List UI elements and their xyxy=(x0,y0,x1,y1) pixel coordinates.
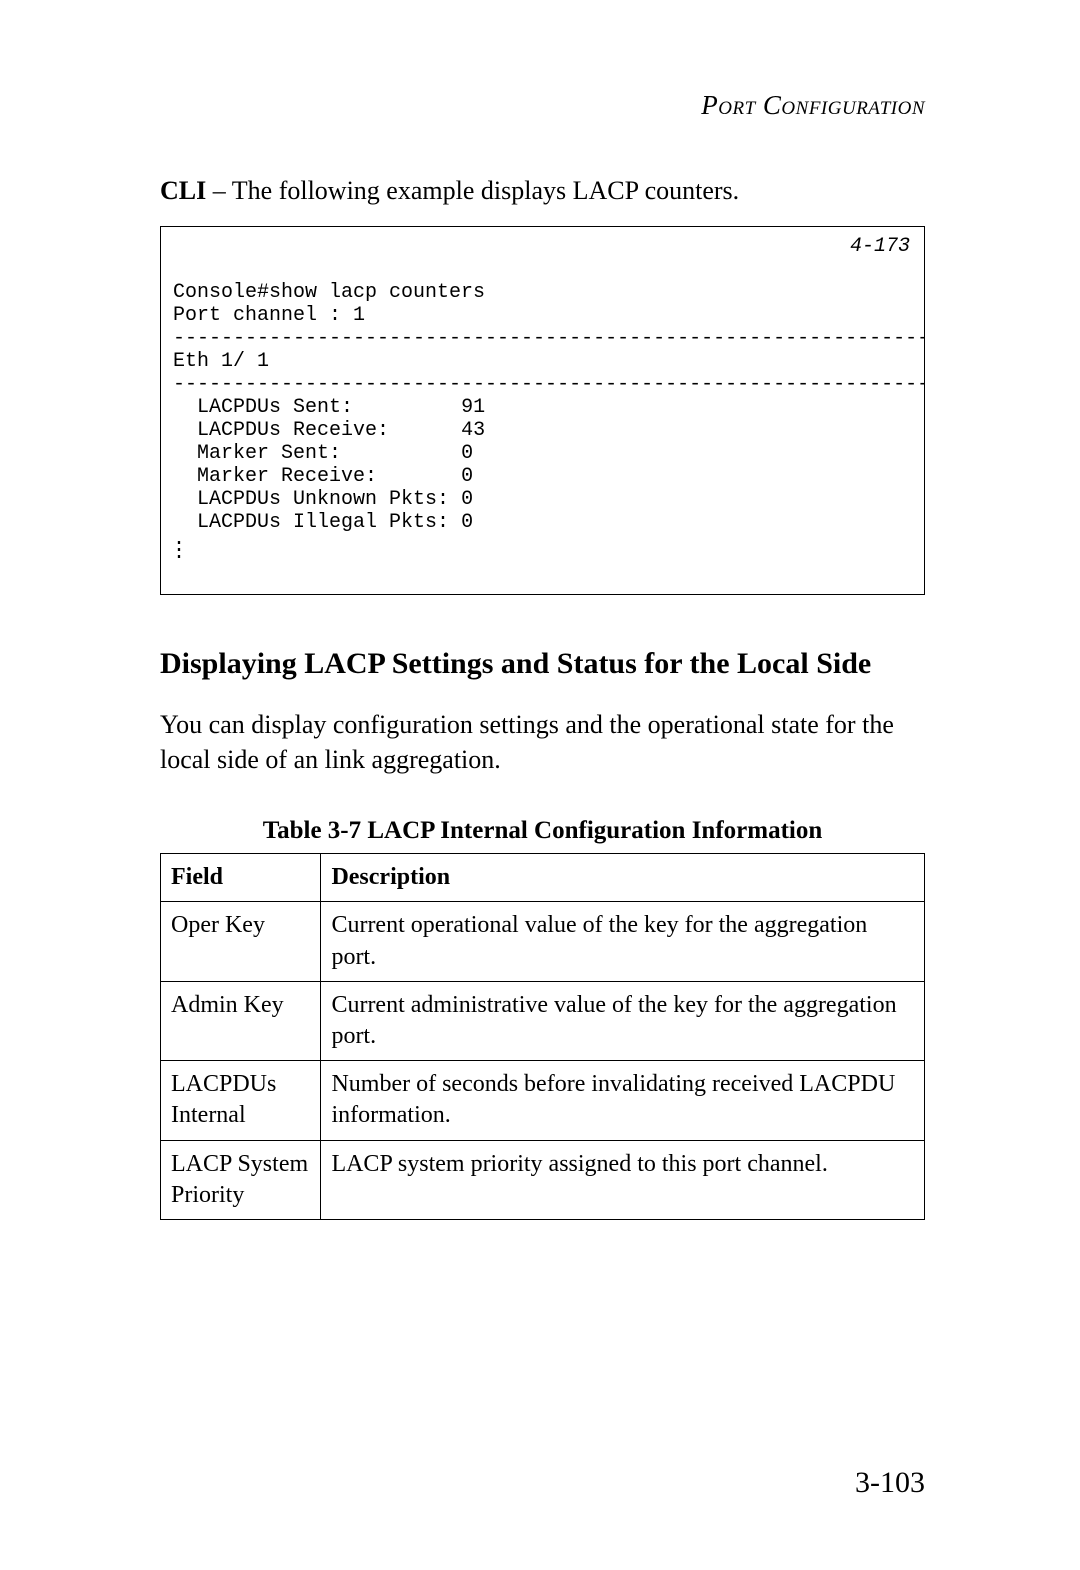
cli-output-box: 4-173 Console#show lacp counters Port ch… xyxy=(160,226,925,595)
table-head-desc: Description xyxy=(321,854,925,902)
cli-page-ref: 4-173 xyxy=(850,235,910,258)
cli-eth: Eth 1/ 1 xyxy=(173,350,269,373)
table-cell-desc: Number of seconds before invalidating re… xyxy=(321,1061,925,1140)
cli-row: LACPDUs Sent: 91 xyxy=(173,396,485,419)
table-row: LACPDUs Internal Number of seconds befor… xyxy=(161,1061,925,1140)
cli-row-value: 43 xyxy=(461,419,485,442)
cli-row-value: 0 xyxy=(461,465,473,488)
table-header-row: Field Description xyxy=(161,854,925,902)
table-cell-field: Admin Key xyxy=(161,981,321,1060)
cli-row-pad xyxy=(449,511,461,534)
table-cell-desc: Current operational value of the key for… xyxy=(321,902,925,981)
cli-intro: CLI – The following example displays LAC… xyxy=(160,173,925,208)
table-row: Admin Key Current administrative value o… xyxy=(161,981,925,1060)
table-row: Oper Key Current operational value of th… xyxy=(161,902,925,981)
cli-row-value: 91 xyxy=(461,396,485,419)
page-number: 3-103 xyxy=(855,1466,925,1500)
table-row: LACP System Priority LACP system priorit… xyxy=(161,1140,925,1219)
cli-row-pad xyxy=(449,488,461,511)
cli-row-value: 0 xyxy=(461,442,473,465)
cli-row-value: 0 xyxy=(461,488,473,511)
cli-row-label: LACPDUs Receive: xyxy=(173,419,389,442)
table-cell-desc: LACP system priority assigned to this po… xyxy=(321,1140,925,1219)
cli-row-pad xyxy=(377,465,461,488)
table-cell-field: LACPDUs Internal xyxy=(161,1061,321,1140)
vertical-ellipsis-icon: . . . xyxy=(173,536,185,557)
cli-row: Marker Receive: 0 xyxy=(173,465,473,488)
table-head-field: Field xyxy=(161,854,321,902)
table-cell-field: LACP System Priority xyxy=(161,1140,321,1219)
table-cell-field: Oper Key xyxy=(161,902,321,981)
cli-label: CLI xyxy=(160,176,206,205)
cli-port-channel: Port channel : 1 xyxy=(173,304,365,327)
cli-row: LACPDUs Receive: 43 xyxy=(173,419,485,442)
cli-rule2: ----------------------------------------… xyxy=(173,373,925,396)
page: Port Configuration CLI – The following e… xyxy=(0,0,1080,1570)
config-info-table: Field Description Oper Key Current opera… xyxy=(160,853,925,1220)
cli-row: Marker Sent: 0 xyxy=(173,442,473,465)
cli-rule: ----------------------------------------… xyxy=(173,327,925,350)
cli-row-label: Marker Receive: xyxy=(173,465,377,488)
cli-row: LACPDUs Illegal Pkts: 0 xyxy=(173,511,473,534)
section-heading: Displaying LACP Settings and Status for … xyxy=(160,647,925,681)
cli-row-pad xyxy=(341,442,461,465)
cli-row-value: 0 xyxy=(461,511,473,534)
cli-row-pad xyxy=(353,396,461,419)
cli-intro-text: – The following example displays LACP co… xyxy=(206,176,739,205)
cli-row-label: LACPDUs Illegal Pkts: xyxy=(173,511,449,534)
cli-row-label: LACPDUs Unknown Pkts: xyxy=(173,488,449,511)
cli-row: LACPDUs Unknown Pkts: 0 xyxy=(173,488,473,511)
table-caption: Table 3-7 LACP Internal Configuration In… xyxy=(160,817,925,845)
section-body: You can display configuration settings a… xyxy=(160,707,925,777)
table-cell-desc: Current administrative value of the key … xyxy=(321,981,925,1060)
running-head: Port Configuration xyxy=(160,90,925,121)
cli-command: Console#show lacp counters xyxy=(173,281,485,304)
cli-row-pad xyxy=(389,419,461,442)
cli-row-label: LACPDUs Sent: xyxy=(173,396,353,419)
cli-row-label: Marker Sent: xyxy=(173,442,341,465)
